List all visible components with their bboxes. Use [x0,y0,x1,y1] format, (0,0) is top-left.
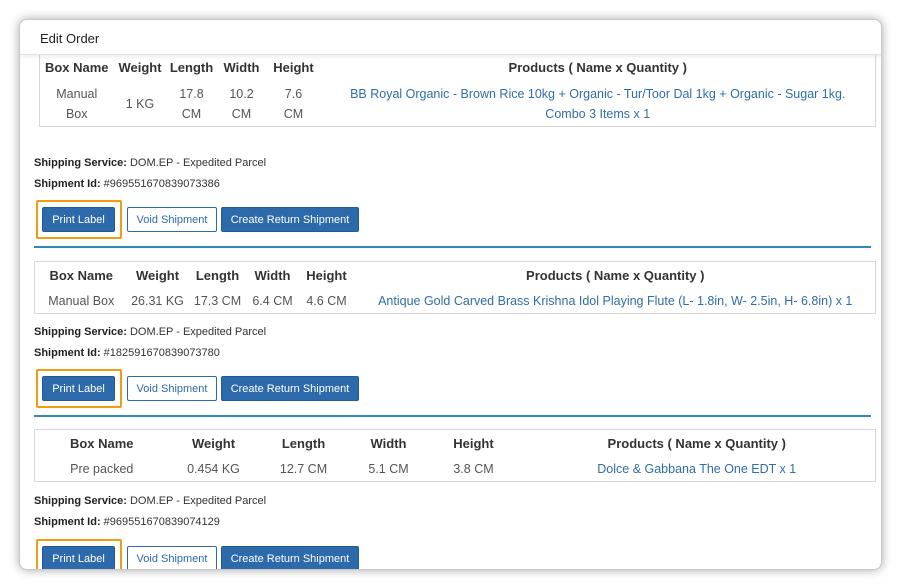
cell-products[interactable]: Antique Gold Carved Brass Krishna Idol P… [356,289,876,314]
col-weight: Weight [135,267,180,283]
shipping-service-label: Shipping Service: [34,157,127,169]
shipment-table-1: Box Name Weight Length Width Height Prod… [39,53,876,127]
cell-weight: 0.454 KG [187,461,240,476]
col-products: Products ( Name x Quantity ) [508,60,687,76]
col-products: Products ( Name x Quantity ) [607,435,786,451]
table-header-row: Box Name Weight Length Width Height Prod… [35,262,876,289]
shipment-id-value: #182591670839073780 [103,347,220,359]
col-products: Products ( Name x Quantity ) [526,267,705,283]
col-weight: Weight [118,60,162,76]
col-box-name: Box Name [44,60,109,76]
shipping-service-label: Shipping Service: [34,495,127,507]
shipment-id-value: #969551670839074129 [103,516,220,528]
shipment-table-3: Box Name Weight Length Width Height Prod… [34,429,876,482]
create-return-shipment-button[interactable]: Create Return Shipment [221,546,359,569]
shipping-service-value: DOM.EP - Expedited Parcel [129,157,267,169]
cell-width: 6.4 CM [252,293,293,308]
shipment-id-label: Shipment Id: [34,347,101,359]
shipment-id-line-2: Shipment Id: #182591670839073780 [34,347,220,359]
table-header-row: Box Name Weight Length Width Height Prod… [40,54,876,82]
shipping-service-line-3: Shipping Service: DOM.EP - Expedited Par… [34,495,266,507]
col-width: Width [370,435,407,451]
cell-weight: 1 KG [125,96,155,111]
cell-length: 12.7 CM [279,461,328,476]
col-height: Height [306,267,347,283]
cell-width: 10.2 CM [229,86,254,121]
col-box-name: Box Name [69,435,134,451]
col-length: Length [169,60,214,76]
modal-header: Edit Order [20,20,881,55]
cell-height: 3.8 CM [453,461,494,476]
shipment-id-value: #969551670839073386 [103,178,220,190]
cell-weight: 26.31 KG [131,293,184,308]
shipment-id-label: Shipment Id: [34,516,101,528]
shipping-service-value: DOM.EP - Expedited Parcel [129,326,267,338]
col-length: Length [281,435,326,451]
shipping-service-label: Shipping Service: [34,326,127,338]
cell-length: 17.8 CM [179,86,204,121]
cell-box-name: Pre packed [70,461,134,476]
shipment-id-line-3: Shipment Id: #969551670839074129 [34,516,220,528]
cell-products[interactable]: Dolce & Gabbana The One EDT x 1 [519,457,876,482]
col-width: Width [223,60,260,76]
table-row: Pre packed 0.454 KG 12.7 CM 5.1 CM 3.8 C… [35,457,876,482]
modal-body[interactable]: Box Name Weight Length Width Height Prod… [20,53,881,569]
print-label-button[interactable]: Print Label [42,207,115,232]
edit-order-modal: Edit Order Box Name Weight Length Width … [19,19,882,570]
cell-width: 5.1 CM [368,461,409,476]
table-header-row: Box Name Weight Length Width Height Prod… [35,430,876,457]
section-divider [34,415,871,417]
shipping-service-line-1: Shipping Service: DOM.EP - Expedited Par… [34,157,266,169]
shipping-service-line-2: Shipping Service: DOM.EP - Expedited Par… [34,326,266,338]
void-shipment-button[interactable]: Void Shipment [127,207,217,232]
print-label-button[interactable]: Print Label [42,546,115,569]
cell-height: 4.6 CM [306,293,347,308]
modal-title: Edit Order [40,31,100,46]
void-shipment-button[interactable]: Void Shipment [127,376,217,401]
col-box-name: Box Name [49,267,114,283]
shipment-table-2: Box Name Weight Length Width Height Prod… [34,261,876,314]
cell-box-name: Manual Box [56,86,98,121]
cell-box-name: Manual Box [48,293,115,308]
create-return-shipment-button[interactable]: Create Return Shipment [221,207,359,232]
shipment-id-line-1: Shipment Id: #969551670839073386 [34,178,220,190]
cell-length: 17.3 CM [193,293,242,308]
shipment-id-label: Shipment Id: [34,178,101,190]
table-row: Manual Box 1 KG 17.8 CM 10.2 CM 7.6 CM B… [40,82,876,127]
shipping-service-value: DOM.EP - Expedited Parcel [129,495,267,507]
print-label-button[interactable]: Print Label [42,376,115,401]
col-length: Length [195,267,240,283]
cell-products[interactable]: BB Royal Organic - Brown Rice 10kg + Org… [321,82,876,127]
cell-height: 7.6 CM [283,86,304,121]
col-height: Height [453,435,494,451]
section-divider [34,246,871,248]
col-weight: Weight [191,435,236,451]
col-width: Width [254,267,291,283]
table-row: Manual Box 26.31 KG 17.3 CM 6.4 CM 4.6 C… [35,289,876,314]
void-shipment-button[interactable]: Void Shipment [127,546,217,569]
col-height: Height [273,60,314,76]
create-return-shipment-button[interactable]: Create Return Shipment [221,376,359,401]
